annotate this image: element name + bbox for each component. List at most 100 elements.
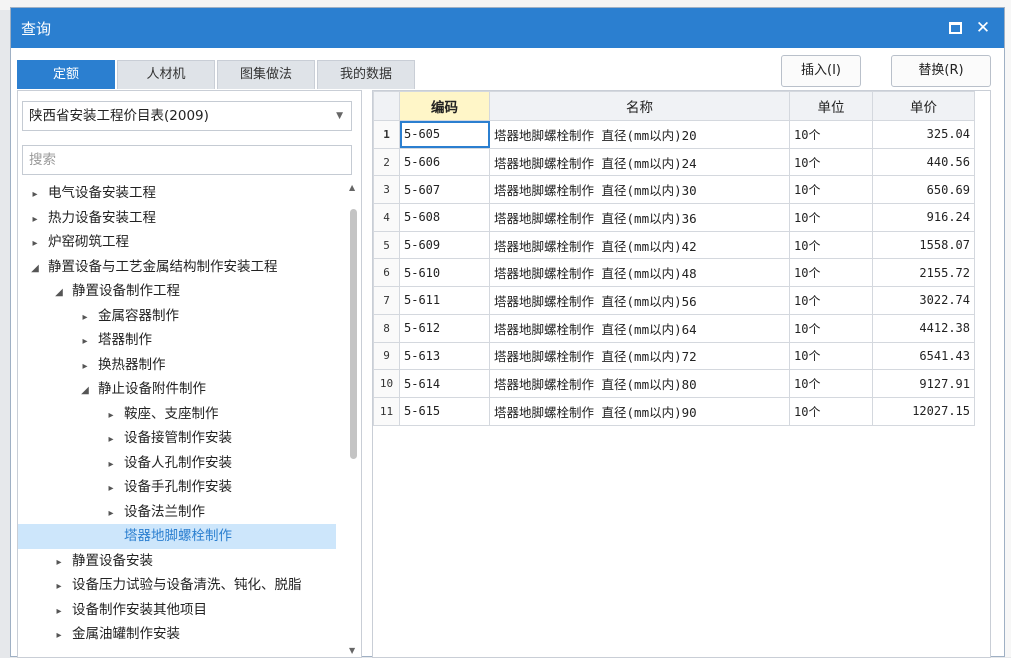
unit-cell[interactable]: 10个 [789, 313, 873, 343]
tree-node[interactable]: ▸ 设备接管制作安装 [18, 426, 336, 451]
scroll-up-icon[interactable]: ▲ [349, 183, 355, 192]
tree-node[interactable]: ▸ 静置设备安装 [18, 549, 336, 574]
insert-button[interactable]: 插入(I) [781, 55, 861, 87]
table-row[interactable]: 11 5-615 塔器地脚螺栓制作 直径(mm以内)90 10个 12027.15 [373, 396, 975, 426]
price-cell[interactable]: 650.69 [872, 175, 975, 205]
expand-icon[interactable]: ▸ [28, 208, 42, 233]
tree-node[interactable]: ▸ 设备人孔制作安装 [18, 451, 336, 476]
expand-icon[interactable]: ▸ [52, 600, 66, 625]
tree-node[interactable]: ▸ 炉窑砌筑工程 [18, 230, 336, 255]
tree-node[interactable]: ▸ 鞍座、支座制作 [18, 402, 336, 427]
expand-icon[interactable]: ▸ [104, 453, 118, 478]
table-row[interactable]: 5 5-609 塔器地脚螺栓制作 直径(mm以内)42 10个 1558.07 [373, 230, 975, 260]
tree-node[interactable]: ▸ 设备压力试验与设备清洗、钝化、脱脂 [18, 573, 336, 598]
price-cell[interactable]: 325.04 [872, 120, 975, 149]
tree-node[interactable]: ▸ 金属油罐制作安装 [18, 622, 336, 647]
price-cell[interactable]: 6541.43 [872, 341, 975, 371]
collapse-icon[interactable]: ◢ [28, 257, 42, 282]
code-cell[interactable]: 5-611 [399, 286, 490, 315]
name-cell[interactable]: 塔器地脚螺栓制作 直径(mm以内)64 [489, 313, 790, 343]
tree-node[interactable]: ▸ 换热器制作 [18, 353, 336, 378]
tree-node[interactable]: ▸ 设备法兰制作 [18, 500, 336, 525]
maximize-button[interactable] [944, 17, 966, 39]
dialog-titlebar[interactable]: 查询 ✕ [11, 8, 1004, 48]
tab-materials[interactable]: 人材机 [117, 60, 215, 89]
row-number[interactable]: 2 [373, 147, 400, 177]
search-input[interactable]: 搜索 [22, 145, 352, 175]
expand-icon[interactable]: ▸ [28, 232, 42, 257]
name-cell[interactable]: 塔器地脚螺栓制作 直径(mm以内)48 [489, 258, 790, 288]
expand-icon[interactable]: ▸ [104, 502, 118, 527]
tree-node[interactable]: ▸ 设备制作安装其他项目 [18, 598, 336, 623]
price-cell[interactable]: 916.24 [872, 203, 975, 232]
table-row[interactable]: 1 5-605 塔器地脚螺栓制作 直径(mm以内)20 10个 325.04 [373, 120, 975, 149]
name-cell[interactable]: 塔器地脚螺栓制作 直径(mm以内)36 [489, 203, 790, 232]
table-row[interactable]: 6 5-610 塔器地脚螺栓制作 直径(mm以内)48 10个 2155.72 [373, 258, 975, 288]
unit-cell[interactable]: 10个 [789, 258, 873, 288]
name-cell[interactable]: 塔器地脚螺栓制作 直径(mm以内)80 [489, 369, 790, 398]
name-cell[interactable]: 塔器地脚螺栓制作 直径(mm以内)30 [489, 175, 790, 205]
unit-cell[interactable]: 10个 [789, 203, 873, 232]
tab-my-data[interactable]: 我的数据 [317, 60, 415, 89]
code-cell[interactable]: 5-605 [399, 120, 490, 149]
scroll-down-icon[interactable]: ▼ [349, 646, 355, 655]
code-cell[interactable]: 5-615 [399, 396, 490, 426]
tab-quota[interactable]: 定额 [17, 60, 115, 89]
table-row[interactable]: 10 5-614 塔器地脚螺栓制作 直径(mm以内)80 10个 9127.91 [373, 369, 975, 398]
code-cell[interactable]: 5-613 [399, 341, 490, 371]
price-cell[interactable]: 9127.91 [872, 369, 975, 398]
collapse-icon[interactable]: ◢ [52, 281, 66, 306]
tree-node[interactable]: ▸ 电气设备安装工程 [18, 181, 336, 206]
name-cell[interactable]: 塔器地脚螺栓制作 直径(mm以内)72 [489, 341, 790, 371]
row-number[interactable]: 3 [373, 175, 400, 205]
expand-icon[interactable]: ▸ [104, 477, 118, 502]
row-number[interactable]: 11 [373, 396, 400, 426]
unit-cell[interactable]: 10个 [789, 175, 873, 205]
table-row[interactable]: 9 5-613 塔器地脚螺栓制作 直径(mm以内)72 10个 6541.43 [373, 341, 975, 371]
expand-icon[interactable]: ▸ [78, 306, 92, 331]
collapse-icon[interactable]: ◢ [78, 379, 92, 404]
table-row[interactable]: 2 5-606 塔器地脚螺栓制作 直径(mm以内)24 10个 440.56 [373, 147, 975, 177]
unit-cell[interactable]: 10个 [789, 369, 873, 398]
expand-icon[interactable]: ▸ [52, 624, 66, 649]
code-cell[interactable]: 5-610 [399, 258, 490, 288]
name-cell[interactable]: 塔器地脚螺栓制作 直径(mm以内)24 [489, 147, 790, 177]
column-header-code[interactable]: 编码 [399, 91, 490, 121]
row-number[interactable]: 9 [373, 341, 400, 371]
row-number[interactable]: 6 [373, 258, 400, 288]
tab-atlas-practice[interactable]: 图集做法 [217, 60, 315, 89]
library-select[interactable]: 陕西省安装工程价目表(2009) ▼ [22, 101, 352, 131]
column-header-name[interactable]: 名称 [489, 91, 790, 121]
tree-node[interactable]: ▸ 金属容器制作 [18, 304, 336, 329]
close-button[interactable]: ✕ [972, 17, 994, 39]
unit-cell[interactable]: 10个 [789, 147, 873, 177]
name-cell[interactable]: 塔器地脚螺栓制作 直径(mm以内)42 [489, 230, 790, 260]
column-header-price[interactable]: 单价 [872, 91, 975, 121]
price-cell[interactable]: 2155.72 [872, 258, 975, 288]
tree-node[interactable]: ◢ 静置设备与工艺金属结构制作安装工程 [18, 255, 336, 280]
table-row[interactable]: 4 5-608 塔器地脚螺栓制作 直径(mm以内)36 10个 916.24 [373, 203, 975, 232]
tree-node[interactable]: ▸ 设备手孔制作安装 [18, 475, 336, 500]
chevron-down-icon[interactable]: ▼ [336, 102, 343, 130]
unit-cell[interactable]: 10个 [789, 230, 873, 260]
tree-node[interactable]: ◢ 静止设备附件制作 [18, 377, 336, 402]
expand-icon[interactable]: ▸ [78, 355, 92, 380]
table-row[interactable]: 8 5-612 塔器地脚螺栓制作 直径(mm以内)64 10个 4412.38 [373, 313, 975, 343]
price-cell[interactable]: 3022.74 [872, 286, 975, 315]
tree-node[interactable]: ◢ 静置设备制作工程 [18, 279, 336, 304]
unit-cell[interactable]: 10个 [789, 341, 873, 371]
code-cell[interactable]: 5-607 [399, 175, 490, 205]
row-number[interactable]: 8 [373, 313, 400, 343]
tree-node[interactable]: 塔器地脚螺栓制作 [18, 524, 336, 549]
expand-icon[interactable]: ▸ [52, 551, 66, 576]
table-row[interactable]: 3 5-607 塔器地脚螺栓制作 直径(mm以内)30 10个 650.69 [373, 175, 975, 205]
table-row[interactable]: 7 5-611 塔器地脚螺栓制作 直径(mm以内)56 10个 3022.74 [373, 286, 975, 315]
unit-cell[interactable]: 10个 [789, 120, 873, 149]
expand-icon[interactable]: ▸ [104, 404, 118, 429]
tree-node[interactable]: ▸ 塔器制作 [18, 328, 336, 353]
name-cell[interactable]: 塔器地脚螺栓制作 直径(mm以内)20 [489, 120, 790, 149]
row-number[interactable]: 10 [373, 369, 400, 398]
tree-node[interactable]: ▸ 热力设备安装工程 [18, 206, 336, 231]
code-cell[interactable]: 5-609 [399, 230, 490, 260]
code-cell[interactable]: 5-606 [399, 147, 490, 177]
